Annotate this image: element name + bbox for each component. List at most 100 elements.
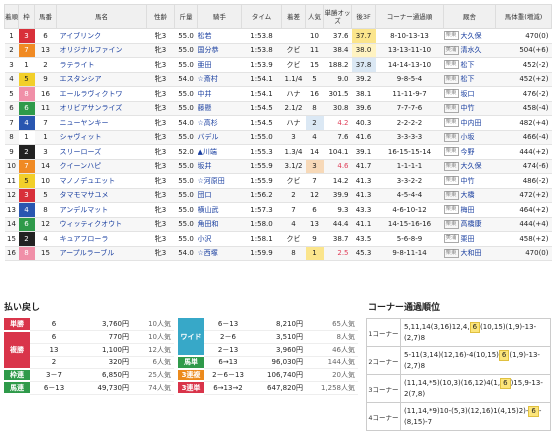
jockey-link[interactable]: 国分恭 <box>197 43 242 58</box>
payout-row: 3連単 6→13→2 647,820円 1,258人気 <box>178 381 358 396</box>
horse-name-link[interactable]: オリビアサンライズ <box>56 101 147 116</box>
horse-name-link[interactable]: クイーンハピ <box>56 159 147 174</box>
trainer-link[interactable]: 栗東 大久保 <box>443 28 496 44</box>
body-weight-cell: 464(+2) <box>495 202 552 218</box>
results-body: 1 3 6 アイブリンク 牝3 55.0 松若 1:53.8 10 37.6 37.7 8-10-13… <box>4 28 552 261</box>
region-tag: 栗東 <box>443 74 459 84</box>
corner-order-pre: 5-11(3,14)(12,16)-4(10,15) <box>404 351 499 359</box>
corner-order: 5-11(3,14)(12,16)-4(10,15) 6 (1,9)-13-(2,7… <box>400 346 551 375</box>
trainer-link[interactable]: 美浦 栗田 <box>443 231 496 247</box>
payout-row: 馬連 6－13 49,730円 74人気 <box>4 381 174 396</box>
payout-amount: 1,100円 <box>78 343 132 357</box>
weight-carried-cell: 55.0 <box>174 57 198 73</box>
horse-name-link[interactable]: マノノデュエット <box>56 173 147 189</box>
jockey-link[interactable]: 藤懸 <box>197 101 242 116</box>
trainer-link[interactable]: 美浦 清水久 <box>443 43 496 58</box>
trainer-link[interactable]: 栗東 小坂 <box>443 130 496 145</box>
result-row: 3 1 2 ラテライト 牝3 55.0 亜田 1:53.9 クビ 15 188.2 37.8 14-14… <box>4 57 552 73</box>
jockey-link[interactable]: ☆高杉 <box>197 115 242 131</box>
horse-name-link[interactable]: シャヴィット <box>56 130 147 145</box>
result-row: 1 3 6 アイブリンク 牝3 55.0 松若 1:53.8 10 37.6 37.7 8-10-13… <box>4 28 552 44</box>
payout-popularity: 144人気 <box>306 356 358 370</box>
corner-highlight-horse: 6 <box>498 350 510 361</box>
header-cell: タイム <box>241 4 282 29</box>
corner-cell: 16-15-15-14 <box>375 144 444 160</box>
horse-name-link[interactable]: キュアフローラ <box>56 231 147 247</box>
trainer-name: 中竹 <box>460 104 475 113</box>
jockey-link[interactable]: 横山武 <box>197 202 242 218</box>
margin-cell: 4 <box>281 217 306 232</box>
horse-name-link[interactable]: アンデルマット <box>56 202 147 218</box>
margin-cell: 3 <box>281 130 306 145</box>
horse-name-link[interactable]: ニューヤンキー <box>56 115 147 131</box>
trainer-name: 大和田 <box>460 249 482 258</box>
jockey-link[interactable]: ☆斎村 <box>197 72 242 87</box>
horse-name-link[interactable]: エスタンシア <box>56 72 147 87</box>
margin-cell: 1.1/4 <box>281 72 306 87</box>
jockey-link[interactable]: 坂井 <box>197 159 242 174</box>
trainer-link[interactable]: 栗東 坂口 <box>443 86 496 102</box>
sex-age-cell: 牝3 <box>146 202 175 218</box>
odds-cell: 38.4 <box>323 43 352 58</box>
horse-name-link[interactable]: アイブリンク <box>56 28 147 44</box>
trainer-link[interactable]: 栗東 高橋康 <box>443 217 496 232</box>
corner-cell: 13-13-11-10 <box>375 43 444 58</box>
jockey-link[interactable]: 団口 <box>197 188 242 203</box>
horse-number-cell: 9 <box>34 72 57 87</box>
jockey-link[interactable]: ☆河原田 <box>197 173 242 189</box>
jockey-link[interactable]: 中井 <box>197 86 242 102</box>
trainer-link[interactable]: 栗東 大和田 <box>443 246 496 261</box>
jockey-link[interactable]: 小沢 <box>197 231 242 247</box>
jockey-link[interactable]: ☆西塚 <box>197 246 242 261</box>
trainer-link[interactable]: 栗東 中竹 <box>443 101 496 116</box>
last3f-cell: 40.3 <box>351 115 376 131</box>
time-cell: 1:54.1 <box>241 86 282 102</box>
rank-cell: 5 <box>4 86 19 102</box>
weight-carried-cell: 55.0 <box>174 159 198 174</box>
corner-label: 3コーナー <box>366 374 401 403</box>
jockey-link[interactable]: 亜田 <box>197 57 242 73</box>
margin-cell: 3.1/2 <box>281 159 306 174</box>
horse-number-cell: 11 <box>34 101 57 116</box>
last3f-cell: 37.7 <box>351 28 376 44</box>
payout-title: 払い戻し <box>4 303 41 313</box>
trainer-link[interactable]: 栗東 大橋 <box>443 188 496 203</box>
body-weight-cell: 504(+6) <box>495 43 552 58</box>
region-tag: 栗東 <box>443 89 459 99</box>
horse-name-link[interactable]: タマモマサユメ <box>56 188 147 203</box>
jockey-link[interactable]: ▲川端 <box>197 144 242 160</box>
weight-carried-cell: 55.0 <box>174 43 198 58</box>
sex-age-cell: 牝3 <box>146 101 175 116</box>
horse-name-link[interactable]: ラテライト <box>56 57 147 73</box>
body-weight-cell: 452(+2) <box>495 72 552 87</box>
trainer-link[interactable]: 栗東 大久保 <box>443 159 496 174</box>
corner-cell: 5-6-8-9 <box>375 231 444 247</box>
jockey-link[interactable]: バデル <box>197 130 242 145</box>
trainer-link[interactable]: 栗東 今野 <box>443 144 496 160</box>
rank-cell: 3 <box>4 57 19 73</box>
trainer-link[interactable]: 栗東 中内田 <box>443 115 496 131</box>
horse-name-link[interactable]: エールラヴィクトワ <box>56 86 147 102</box>
payout-amount: 320円 <box>78 356 132 370</box>
header-cell: 後3F <box>351 4 376 29</box>
payout-row: 馬単 6→13 96,030円 144人気 <box>178 356 358 370</box>
results-header-row: 着順枠馬番 馬名 性齢 斤量 騎手 タイム 着差 人気 単勝オッズ 後3F コーナー通過順 厩舎 馬体重… <box>4 4 552 29</box>
horse-name-link[interactable]: ウィッティクオウト <box>56 217 147 232</box>
horse-name-link[interactable]: スリーローズ <box>56 144 147 160</box>
jockey-link[interactable]: 松若 <box>197 28 242 44</box>
odds-cell: 301.5 <box>323 86 352 102</box>
margin-cell: 2 <box>281 188 306 203</box>
trainer-link[interactable]: 栗東 松下 <box>443 57 496 73</box>
odds-cell: 104.1 <box>323 144 352 160</box>
trainer-link[interactable]: 栗東 梅田 <box>443 202 496 218</box>
odds-cell: 7.6 <box>323 130 352 145</box>
trainer-link[interactable]: 栗東 松下 <box>443 72 496 87</box>
horse-name-link[interactable]: アープルラーブル <box>56 246 147 261</box>
horse-number-cell: 10 <box>34 173 57 189</box>
horse-name-link[interactable]: オリジナルファイン <box>56 43 147 58</box>
trainer-link[interactable]: 栗東 中竹 <box>443 173 496 189</box>
popularity-cell: 3 <box>305 159 324 174</box>
result-row: 7 4 7 ニューヤンキー 牝3 54.0 ☆高杉 1:54.5 ハナ 2 4.2 40.3 2-2-2… <box>4 115 552 131</box>
horse-number-cell: 13 <box>34 43 57 58</box>
jockey-link[interactable]: 角田和 <box>197 217 242 232</box>
